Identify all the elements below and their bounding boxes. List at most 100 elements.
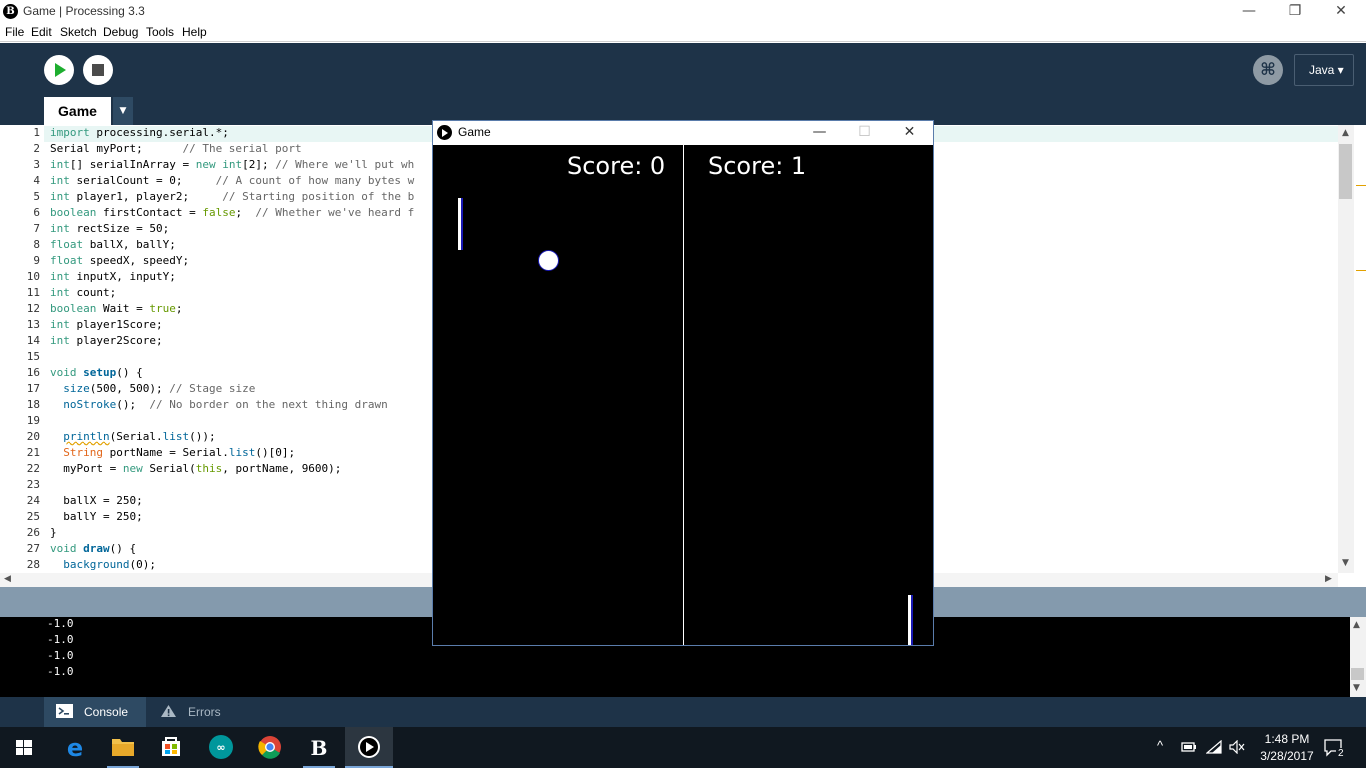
svg-text:B: B <box>311 736 328 760</box>
left-paddle <box>458 198 463 250</box>
right-paddle <box>908 595 913 645</box>
close-button[interactable]: ✕ <box>1318 0 1364 24</box>
sketch-close-button[interactable]: ✕ <box>887 121 932 145</box>
menu-debug[interactable]: Debug <box>103 25 138 39</box>
line-number: 16 <box>26 366 40 379</box>
taskbar-chrome[interactable] <box>246 727 294 768</box>
taskbar-store[interactable] <box>147 727 195 768</box>
minimize-button[interactable]: — <box>1226 0 1272 24</box>
line-number: 6 <box>33 206 40 219</box>
scroll-left-icon[interactable]: ◀ <box>4 574 11 584</box>
game-canvas[interactable]: Score: 0 Score: 1 <box>433 145 933 645</box>
score-right: Score: 1 <box>708 152 807 180</box>
menu-tools[interactable]: Tools <box>146 25 174 39</box>
scroll-right-icon[interactable]: ▶ <box>1325 574 1332 584</box>
taskbar-game-sketch[interactable] <box>345 727 393 768</box>
error-marker[interactable] <box>1356 270 1366 271</box>
score-left: Score: 0 <box>567 152 666 180</box>
line-number: 12 <box>26 302 40 315</box>
line-number: 3 <box>33 158 40 171</box>
ball <box>538 250 559 271</box>
taskbar-file-explorer[interactable] <box>99 727 147 768</box>
debugger-icon[interactable]: ⌘ <box>1253 55 1283 85</box>
taskbar-edge[interactable]: e <box>51 727 99 768</box>
folder-icon <box>112 739 134 756</box>
line-number: 14 <box>26 334 40 347</box>
terminal-icon <box>56 704 73 718</box>
line-number: 4 <box>33 174 40 187</box>
processing-logo-icon: B <box>3 4 18 19</box>
error-marker[interactable] <box>1356 185 1366 186</box>
clock-time[interactable]: 1:48 PM <box>1262 732 1312 746</box>
line-number: 5 <box>33 190 40 203</box>
restore-button[interactable]: ❐ <box>1272 0 1318 24</box>
console-line: -1.0 <box>47 617 74 630</box>
play-icon <box>358 736 380 758</box>
line-number: 28 <box>26 558 40 571</box>
editor-scroll-thumb[interactable] <box>1339 144 1352 199</box>
line-number: 23 <box>26 478 40 491</box>
line-number: 10 <box>26 270 40 283</box>
title-bar: B Game | Processing 3.3 — ❐ ✕ <box>0 0 1366 24</box>
center-line <box>683 145 684 645</box>
line-number: 15 <box>26 350 40 363</box>
stop-button[interactable] <box>83 55 113 85</box>
scroll-down-icon[interactable]: ▼ <box>1342 558 1349 568</box>
run-button[interactable] <box>44 55 74 85</box>
clock-date[interactable]: 3/28/2017 <box>1258 749 1316 763</box>
line-number: 9 <box>33 254 40 267</box>
console-line: -1.0 <box>47 633 74 646</box>
line-number: 7 <box>33 222 40 235</box>
mode-select[interactable]: Java ▾ <box>1294 54 1354 86</box>
tab-console-label: Console <box>84 705 129 719</box>
tab-menu-chevron-down-icon[interactable]: ▼ <box>113 97 133 125</box>
svg-text:e: e <box>67 734 83 762</box>
volume-muted-icon[interactable] <box>1229 740 1245 754</box>
menu-sketch[interactable]: Sketch <box>60 25 97 39</box>
line-number: 20 <box>26 430 40 443</box>
start-button[interactable] <box>0 727 48 768</box>
scroll-down-icon[interactable]: ▼ <box>1353 683 1360 693</box>
menu-help[interactable]: Help <box>182 25 207 39</box>
sketch-minimize-button[interactable]: — <box>797 121 842 145</box>
sketch-title: Game <box>458 125 491 139</box>
taskbar-processing[interactable]: B <box>295 727 343 768</box>
tab-errors-label: Errors <box>188 705 221 719</box>
line-number: 25 <box>26 510 40 523</box>
line-number: 21 <box>26 446 40 459</box>
toolbar: ⌘ Java ▾ Game ▼ <box>0 43 1366 125</box>
line-number-gutter: 1 2 3 4 5 6 7 8 9 10 11 12 13 14 15 16 17 18 19 20 21 22 23 24 2… <box>0 125 44 573</box>
sketch-play-icon <box>437 125 452 140</box>
warning-icon <box>161 705 176 717</box>
sketch-title-bar[interactable]: Game — ☐ ✕ <box>433 121 933 145</box>
menu-edit[interactable]: Edit <box>31 25 52 39</box>
line-number: 26 <box>26 526 40 539</box>
console-scroll-thumb[interactable] <box>1351 668 1364 680</box>
scroll-up-icon[interactable]: ▲ <box>1342 128 1349 138</box>
menu-bar: File Edit Sketch Debug Tools Help <box>0 24 1366 42</box>
line-number: 19 <box>26 414 40 427</box>
line-number: 8 <box>33 238 40 251</box>
menu-file[interactable]: File <box>5 25 24 39</box>
line-number: 11 <box>26 286 40 299</box>
tab-errors[interactable]: Errors <box>148 697 238 727</box>
tab-console[interactable]: Console <box>44 697 146 727</box>
battery-icon[interactable] <box>1181 741 1197 753</box>
windows-logo-icon <box>16 740 32 755</box>
arduino-icon: ∞ <box>209 735 233 759</box>
window-title: Game | Processing 3.3 <box>23 4 145 18</box>
console-scrollbar[interactable]: ▲ ▼ <box>1350 617 1366 697</box>
edge-icon: e <box>67 734 83 762</box>
chevron-up-icon[interactable]: ^ <box>1157 738 1163 753</box>
sketch-window: Game — ☐ ✕ Score: 0 Score: 1 <box>432 120 934 646</box>
notification-count: 2 <box>1336 748 1346 759</box>
console-tab-bar: Console Errors <box>0 697 1366 727</box>
wifi-icon[interactable] <box>1206 740 1222 754</box>
tab-game[interactable]: Game <box>44 97 111 125</box>
taskbar: e ∞ B ^ 1:48 PM 3/28/2017 2 <box>0 727 1366 768</box>
line-number: 1 <box>33 126 40 139</box>
taskbar-arduino[interactable]: ∞ <box>197 727 245 768</box>
console-line: -1.0 <box>47 665 74 678</box>
scroll-up-icon[interactable]: ▲ <box>1353 620 1360 630</box>
line-number: 13 <box>26 318 40 331</box>
